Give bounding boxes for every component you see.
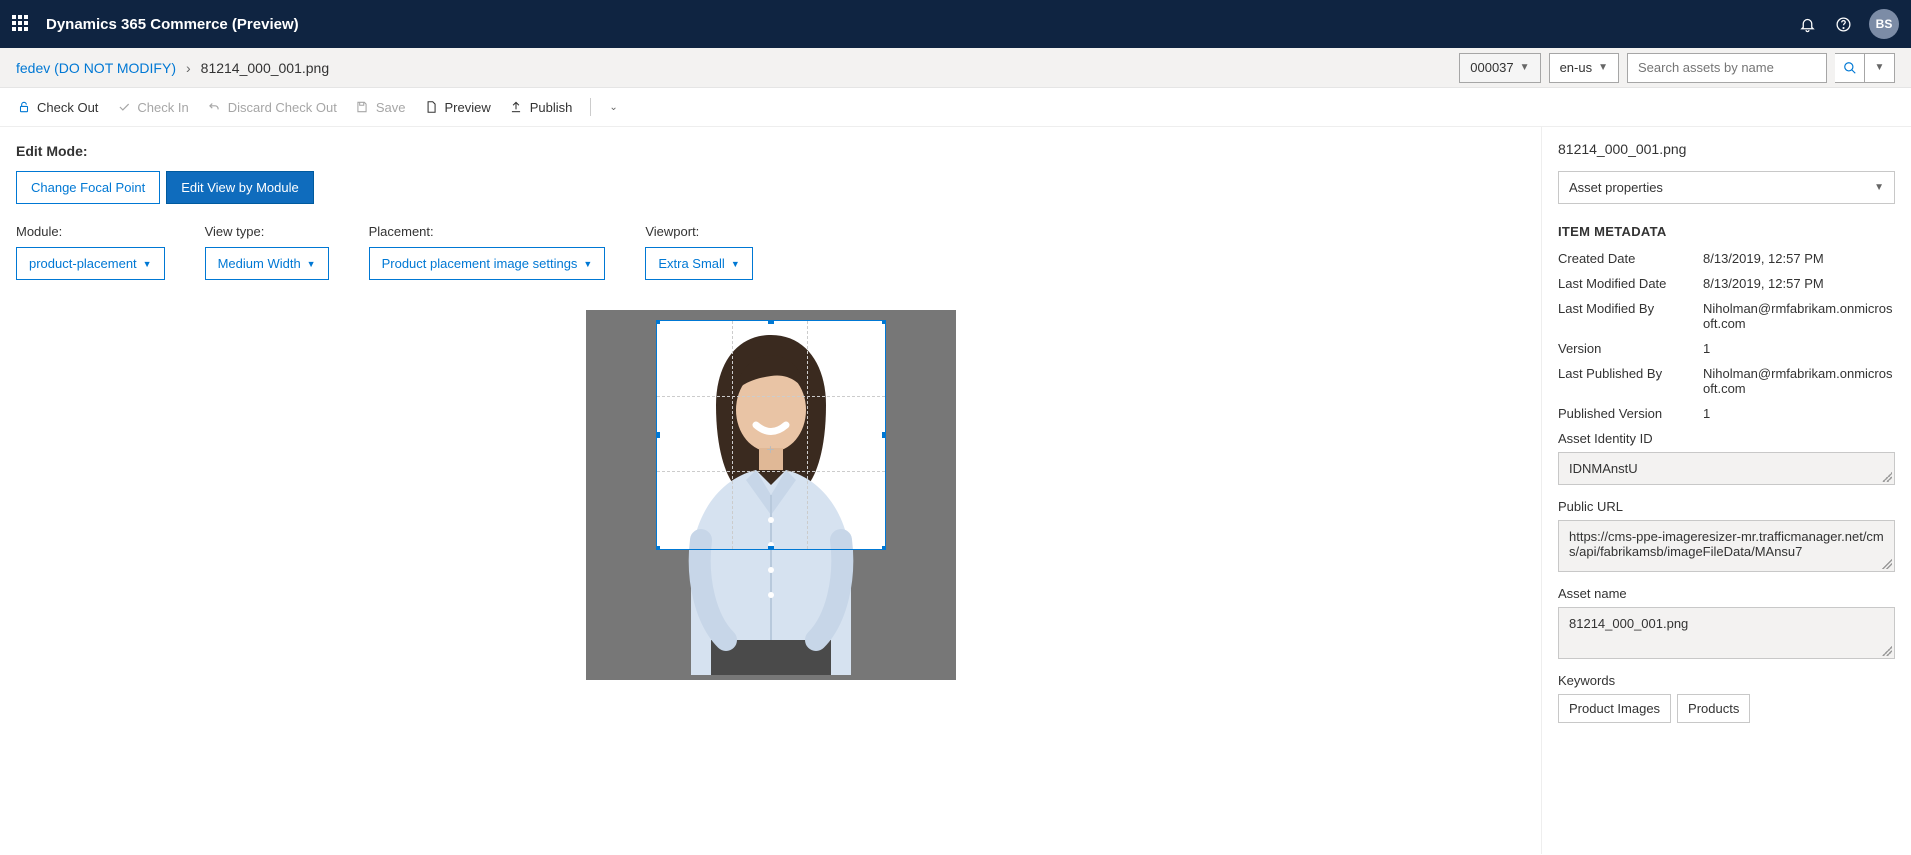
asset-name-label: Asset name bbox=[1558, 586, 1895, 601]
resize-grip-icon[interactable] bbox=[1882, 646, 1892, 656]
breadcrumb-sep: › bbox=[186, 60, 191, 76]
placement-label: Placement: bbox=[369, 224, 606, 239]
more-commands-button[interactable]: ⌄ bbox=[609, 102, 617, 113]
locale-selector[interactable]: en-us ▼ bbox=[1549, 53, 1619, 83]
change-focal-point-button[interactable]: Change Focal Point bbox=[16, 171, 160, 204]
crop-handle[interactable] bbox=[656, 546, 660, 550]
crop-box[interactable]: + bbox=[656, 320, 886, 550]
crop-handle[interactable] bbox=[768, 320, 774, 324]
caret-down-icon: ▼ bbox=[307, 259, 316, 269]
save-icon bbox=[355, 100, 370, 115]
asset-id-field: IDNMAnstU bbox=[1558, 452, 1895, 485]
user-avatar[interactable]: BS bbox=[1869, 9, 1899, 39]
search-button[interactable] bbox=[1835, 53, 1865, 83]
meta-row-published-by: Last Published By Niholman@rmfabrikam.on… bbox=[1558, 366, 1895, 396]
edit-mode-label: Edit Mode: bbox=[16, 143, 1525, 159]
main-content: Edit Mode: Change Focal Point Edit View … bbox=[0, 127, 1541, 854]
asset-name-field: 81214_000_001.png bbox=[1558, 607, 1895, 659]
app-title: Dynamics 365 Commerce (Preview) bbox=[46, 16, 299, 33]
viewport-select[interactable]: Extra Small▼ bbox=[645, 247, 752, 280]
caret-down-icon: ▼ bbox=[143, 259, 152, 269]
crop-handle[interactable] bbox=[656, 320, 660, 324]
meta-row-created: Created Date 8/13/2019, 12:57 PM bbox=[1558, 251, 1895, 266]
keyword-chip[interactable]: Products bbox=[1677, 694, 1750, 723]
checkin-button: Check In bbox=[116, 100, 188, 115]
crop-handle[interactable] bbox=[882, 546, 886, 550]
save-button: Save bbox=[355, 100, 406, 115]
viewtype-label: View type: bbox=[205, 224, 329, 239]
help-icon[interactable] bbox=[1833, 14, 1853, 34]
asset-filename: 81214_000_001.png bbox=[1558, 141, 1895, 157]
crop-handle[interactable] bbox=[882, 432, 886, 438]
focal-point-icon: + bbox=[766, 441, 774, 457]
meta-row-modified-by: Last Modified By Niholman@rmfabrikam.onm… bbox=[1558, 301, 1895, 331]
breadcrumb-root[interactable]: fedev (DO NOT MODIFY) bbox=[16, 60, 176, 76]
keywords-label: Keywords bbox=[1558, 673, 1895, 688]
crop-handle[interactable] bbox=[882, 320, 886, 324]
caret-down-icon: ▼ bbox=[583, 259, 592, 269]
chevron-down-icon: ▼ bbox=[1875, 62, 1885, 73]
meta-row-modified: Last Modified Date 8/13/2019, 12:57 PM bbox=[1558, 276, 1895, 291]
meta-row-version: Version 1 bbox=[1558, 341, 1895, 356]
crop-handle[interactable] bbox=[656, 432, 660, 438]
locale-value: en-us bbox=[1560, 60, 1593, 75]
lock-icon bbox=[16, 100, 31, 115]
breadcrumb: fedev (DO NOT MODIFY) › 81214_000_001.pn… bbox=[16, 60, 329, 76]
module-label: Module: bbox=[16, 224, 165, 239]
page-icon bbox=[423, 100, 438, 115]
crop-handle[interactable] bbox=[768, 546, 774, 550]
properties-panel: 81214_000_001.png Asset properties ▼ ITE… bbox=[1541, 127, 1911, 854]
command-separator bbox=[590, 98, 591, 116]
public-url-label: Public URL bbox=[1558, 499, 1895, 514]
resize-grip-icon[interactable] bbox=[1882, 559, 1892, 569]
chevron-down-icon: ▼ bbox=[1598, 62, 1608, 73]
image-editor-stage[interactable]: + bbox=[586, 310, 956, 680]
app-launcher-icon[interactable] bbox=[12, 15, 30, 33]
discard-button: Discard Check Out bbox=[207, 100, 337, 115]
metadata-heading: ITEM METADATA bbox=[1558, 224, 1895, 239]
breadcrumb-current: 81214_000_001.png bbox=[201, 60, 329, 76]
notifications-icon[interactable] bbox=[1797, 14, 1817, 34]
search-options-button[interactable]: ▼ bbox=[1865, 53, 1895, 83]
preview-button[interactable]: Preview bbox=[423, 100, 490, 115]
public-url-field: https://cms-ppe-imageresizer-mr.trafficm… bbox=[1558, 520, 1895, 572]
publish-button[interactable]: Publish bbox=[509, 100, 573, 115]
command-bar: Check Out Check In Discard Check Out Sav… bbox=[0, 88, 1911, 127]
chevron-down-icon: ▼ bbox=[1520, 62, 1530, 73]
edit-view-by-module-button[interactable]: Edit View by Module bbox=[166, 171, 314, 204]
viewtype-select[interactable]: Medium Width▼ bbox=[205, 247, 329, 280]
placement-select[interactable]: Product placement image settings▼ bbox=[369, 247, 606, 280]
meta-row-published-version: Published Version 1 bbox=[1558, 406, 1895, 421]
module-select[interactable]: product-placement▼ bbox=[16, 247, 165, 280]
check-icon bbox=[116, 100, 131, 115]
keyword-chip[interactable]: Product Images bbox=[1558, 694, 1671, 723]
caret-down-icon: ▼ bbox=[731, 259, 740, 269]
chevron-down-icon: ⌄ bbox=[609, 102, 617, 113]
undo-icon bbox=[207, 100, 222, 115]
keywords-row: Product Images Products bbox=[1558, 694, 1895, 723]
context-bar: fedev (DO NOT MODIFY) › 81214_000_001.pn… bbox=[0, 48, 1911, 88]
chevron-down-icon: ▼ bbox=[1874, 182, 1884, 193]
tenant-selector[interactable]: 000037 ▼ bbox=[1459, 53, 1540, 83]
asset-properties-select[interactable]: Asset properties ▼ bbox=[1558, 171, 1895, 204]
app-header: Dynamics 365 Commerce (Preview) BS bbox=[0, 0, 1911, 48]
checkout-button[interactable]: Check Out bbox=[16, 100, 98, 115]
tenant-value: 000037 bbox=[1470, 60, 1513, 75]
upload-icon bbox=[509, 100, 524, 115]
asset-id-label: Asset Identity ID bbox=[1558, 431, 1895, 446]
viewport-label: Viewport: bbox=[645, 224, 752, 239]
search-input[interactable] bbox=[1627, 53, 1827, 83]
resize-grip-icon[interactable] bbox=[1882, 472, 1892, 482]
